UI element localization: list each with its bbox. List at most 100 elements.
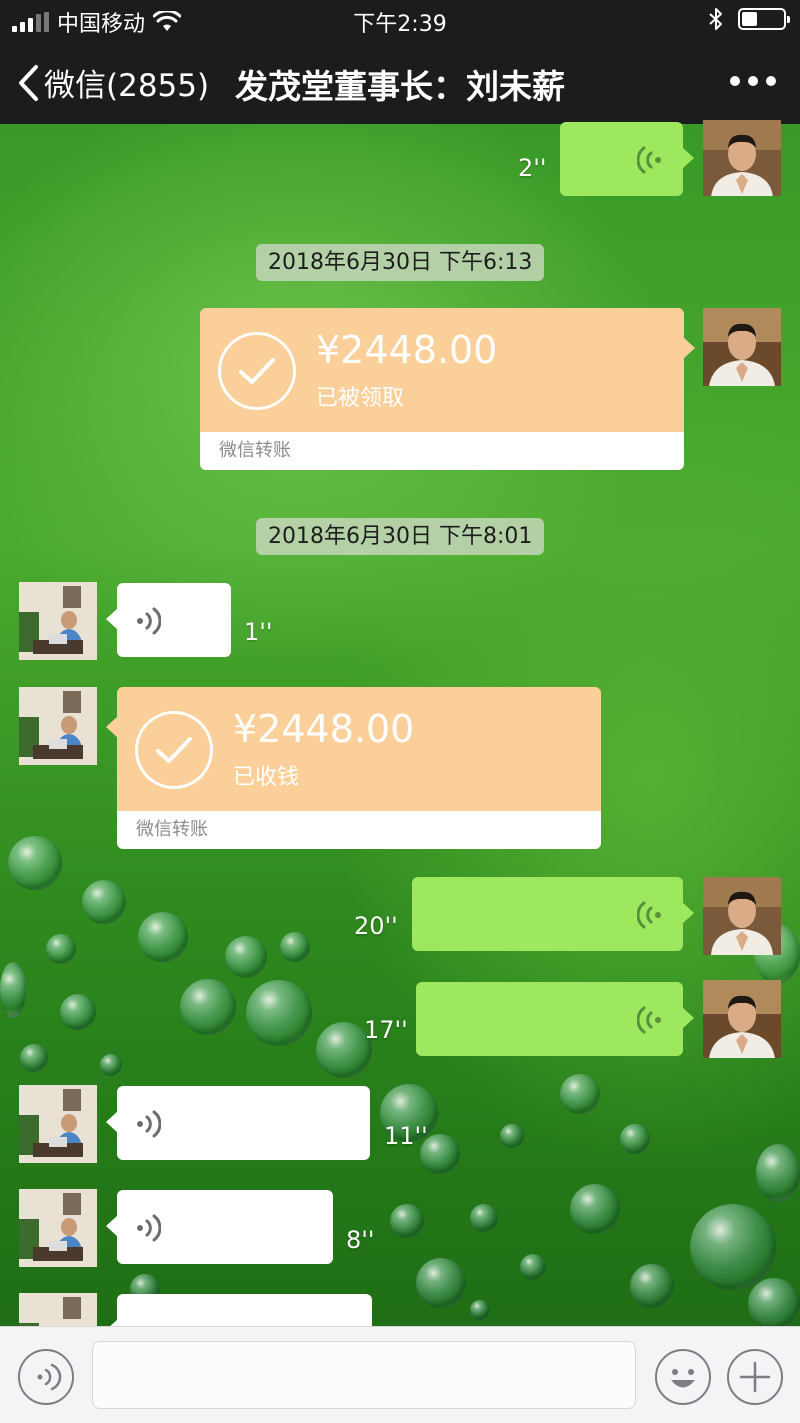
checkmark-icon [156, 737, 192, 763]
voice-message-incoming[interactable] [106, 1086, 370, 1160]
check-circle-icon [218, 332, 296, 410]
water-drop [390, 1204, 424, 1238]
avatar-self-image [703, 308, 781, 386]
water-drop [280, 932, 310, 962]
avatar-self-image [703, 120, 781, 196]
voice-duration: 11'' [384, 1122, 428, 1150]
water-drop [690, 1204, 776, 1290]
smiley-icon [671, 1369, 695, 1388]
water-drop [60, 994, 96, 1030]
water-drop [470, 1204, 498, 1232]
transfer-amount: ¥2448.00 [233, 707, 415, 751]
water-drop [100, 1054, 122, 1076]
water-drop [138, 912, 188, 962]
wechat-transfer-incoming[interactable]: ¥2448.00 已收钱 微信转账 [106, 687, 601, 849]
wechat-transfer-outgoing[interactable]: ¥2448.00 已被领取 微信转账 [200, 308, 695, 470]
battery-fill [742, 12, 758, 26]
status-time: 下午2:39 [353, 12, 447, 37]
voice-wave-icon [637, 901, 661, 929]
avatar-contact[interactable] [19, 1085, 97, 1163]
water-drop [46, 934, 76, 964]
avatar-self[interactable] [703, 877, 781, 955]
avatar-contact[interactable] [19, 582, 97, 660]
voice-message-outgoing[interactable] [412, 877, 694, 951]
battery-icon [738, 8, 790, 30]
voice-message-incoming[interactable] [106, 1294, 372, 1341]
voice-toggle-icon [37, 1363, 62, 1391]
avatar-self-image [703, 877, 781, 955]
emoji-button[interactable] [655, 1349, 711, 1405]
water-drop [246, 980, 312, 1046]
avatar-self-image [703, 980, 781, 1058]
water-drop [82, 880, 126, 924]
transfer-amount: ¥2448.00 [316, 328, 498, 372]
water-drop [416, 1258, 466, 1308]
voice-duration: 20'' [354, 912, 398, 940]
water-drop [180, 979, 236, 1035]
voice-wave-icon [637, 146, 661, 174]
avatar-self[interactable] [703, 120, 781, 196]
avatar-contact-image [19, 1085, 97, 1163]
avatar-contact-image [19, 687, 97, 765]
nav-bar: 微信(2855) 发茂堂董事长：刘未薪 [0, 40, 800, 124]
water-drop [20, 1044, 48, 1072]
message-timestamp: 2018年6月30日 下午6:13 [256, 244, 545, 281]
more-options-button[interactable] [730, 64, 776, 98]
avatar-contact[interactable] [19, 687, 97, 765]
voice-duration: 2'' [518, 154, 547, 182]
message-input[interactable] [92, 1341, 636, 1409]
back-button[interactable]: 微信(2855) [16, 60, 209, 105]
voice-message-incoming[interactable] [106, 1190, 333, 1264]
water-drop [570, 1184, 620, 1234]
voice-wave-icon [137, 1110, 161, 1138]
water-drop [8, 836, 62, 890]
transfer-status: 已被领取 [316, 386, 405, 411]
water-drop [756, 1144, 800, 1202]
transfer-status: 已收钱 [233, 765, 300, 790]
more-dot-icon [748, 76, 758, 86]
water-drop [0, 962, 26, 1018]
water-drop [500, 1124, 524, 1148]
voice-message-incoming[interactable] [106, 583, 231, 657]
avatar-self[interactable] [703, 308, 781, 386]
more-functions-button[interactable] [727, 1349, 783, 1405]
status-right [708, 7, 790, 31]
water-drop [630, 1264, 674, 1308]
plus-icon [739, 1361, 771, 1393]
water-drop [560, 1074, 600, 1114]
more-dot-icon [766, 76, 776, 86]
avatar-contact-image [19, 582, 97, 660]
avatar-contact-image [19, 1189, 97, 1267]
voice-message-outgoing[interactable] [560, 122, 694, 196]
transfer-footer: 微信转账 [117, 811, 601, 849]
checkmark-icon [239, 358, 275, 384]
avatar-contact[interactable] [19, 1189, 97, 1267]
voice-input-button[interactable] [18, 1349, 74, 1405]
check-circle-icon [135, 711, 213, 789]
transfer-body: ¥2448.00 已被领取 [200, 308, 684, 432]
more-dot-icon [730, 76, 740, 86]
bluetooth-icon [709, 8, 722, 30]
avatar-contact[interactable] [19, 1293, 97, 1326]
message-timestamp: 2018年6月30日 下午8:01 [256, 518, 545, 555]
water-drop [748, 1278, 800, 1326]
voice-wave-icon [137, 1214, 161, 1242]
water-drop [470, 1300, 490, 1320]
avatar-contact-image [19, 1293, 97, 1326]
voice-duration: 8'' [346, 1226, 375, 1254]
water-drop [225, 936, 267, 978]
water-drop [620, 1124, 650, 1154]
chevron-left-icon [19, 64, 38, 101]
voice-wave-icon [637, 1006, 661, 1034]
transfer-body: ¥2448.00 已收钱 [117, 687, 601, 811]
voice-message-outgoing[interactable] [416, 982, 694, 1056]
voice-duration: 1'' [244, 618, 273, 646]
voice-duration: 17'' [364, 1016, 408, 1044]
input-bar [0, 1326, 800, 1423]
transfer-footer: 微信转账 [200, 432, 684, 470]
water-drop [520, 1254, 546, 1280]
voice-wave-icon [137, 607, 161, 635]
status-bar: 中国移动 下午2:39 [0, 0, 800, 40]
back-label: 微信(2855) [44, 68, 210, 104]
avatar-self[interactable] [703, 980, 781, 1058]
